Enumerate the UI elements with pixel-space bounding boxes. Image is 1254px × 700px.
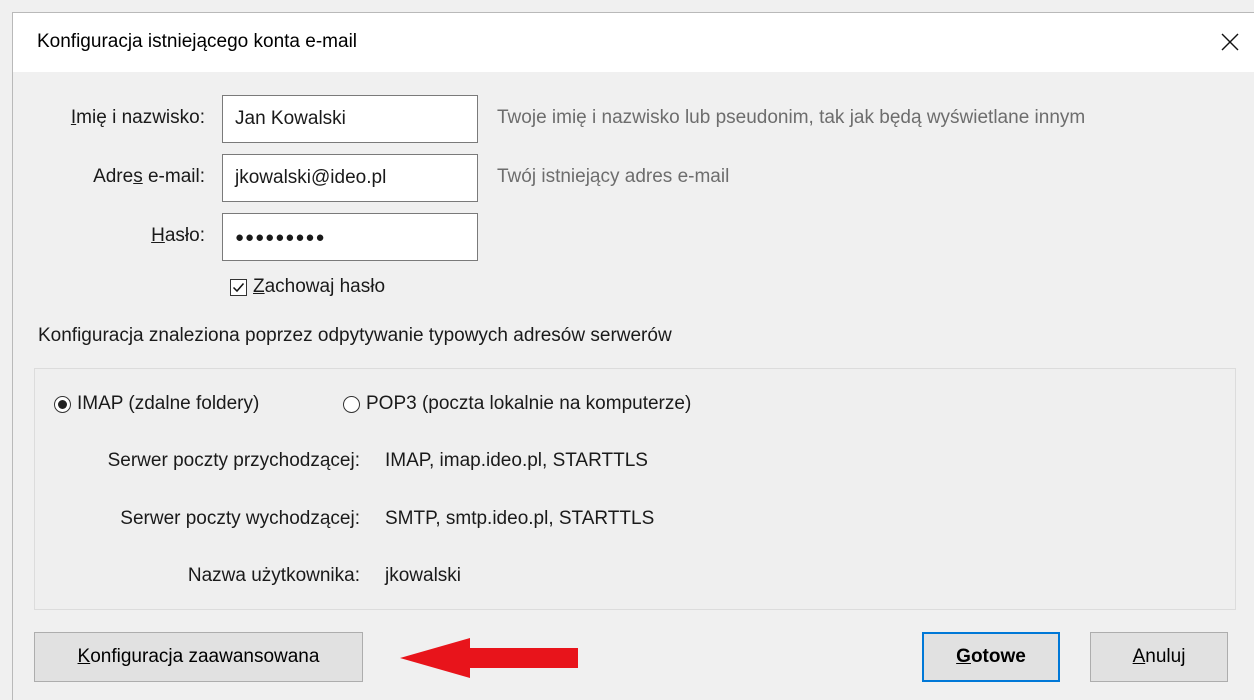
pop3-radio-label: POP3 (poczta lokalnie na komputerze) [366,393,692,414]
email-hint: Twój istniejący adres e-mail [497,166,730,187]
cancel-button-label: Anuluj [1132,646,1186,667]
dialog-border [12,72,13,700]
remember-password-checkbox[interactable]: Zachowaj hasło [230,276,385,298]
radio-selected-icon [54,395,71,413]
outgoing-server-value: SMTP, smtp.ideo.pl, STARTTLS [385,508,655,529]
imap-radio[interactable]: IMAP (zdalne foldery) [54,393,259,415]
close-button[interactable] [1206,13,1254,71]
checkmark-icon [232,282,245,292]
name-field[interactable]: Jan Kowalski [222,95,478,143]
remember-password-label: Zachowaj hasło [253,276,386,297]
password-field-value: ●●●●●●●●● [235,228,326,246]
password-field[interactable]: ●●●●●●●●● [222,213,478,261]
dialog-title: Konfiguracja istniejącego konta e-mail [37,31,358,52]
dialog-titlebar: Konfiguracja istniejącego konta e-mail [12,12,1254,72]
password-label: Hasło: [151,225,205,246]
email-field-value: jkowalski@ideo.pl [235,167,387,188]
close-icon [1221,33,1239,51]
username-label: Nazwa użytkownika: [187,565,360,586]
config-note: Konfiguracja znaleziona poprzez odpytywa… [38,325,672,346]
username-value: jkowalski [385,565,462,586]
name-hint: Twoje imię i nazwisko lub pseudonim, tak… [497,107,1086,128]
advanced-config-button[interactable]: Konfiguracja zaawansowana [34,632,363,682]
cancel-button[interactable]: Anuluj [1090,632,1228,682]
imap-radio-label: IMAP (zdalne foldery) [77,393,260,414]
pop3-radio[interactable]: POP3 (poczta lokalnie na komputerze) [343,393,691,415]
email-label: Adres e-mail: [93,166,205,187]
name-field-value: Jan Kowalski [235,108,346,129]
incoming-server-label: Serwer poczty przychodzącej: [107,450,360,471]
advanced-config-label: Konfiguracja zaawansowana [77,646,320,667]
checkbox-box[interactable] [230,278,247,296]
radio-unselected-icon [343,395,360,413]
incoming-server-value: IMAP, imap.ideo.pl, STARTTLS [385,450,648,471]
email-field[interactable]: jkowalski@ideo.pl [222,154,478,202]
arrow-left-icon [400,638,578,678]
outgoing-server-label: Serwer poczty wychodzącej: [120,508,360,529]
done-button[interactable]: Gotowe [922,632,1060,682]
done-button-label: Gotowe [956,646,1026,667]
name-label: Imię i nazwisko: [70,107,205,128]
